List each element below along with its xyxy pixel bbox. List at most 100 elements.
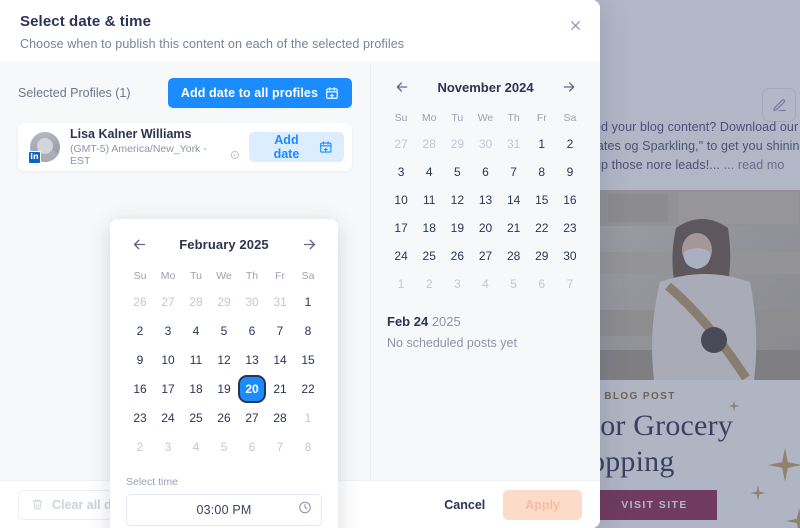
calendar-day[interactable]: 1: [387, 272, 415, 296]
calendar-day[interactable]: 5: [500, 272, 528, 296]
add-date-button[interactable]: Add date: [249, 132, 344, 162]
promo-visit-site-button[interactable]: VISIT SITE: [600, 490, 717, 520]
calendar-day[interactable]: 8: [294, 318, 322, 344]
calendar-day[interactable]: 3: [443, 272, 471, 296]
calendar-day[interactable]: 3: [387, 160, 415, 184]
calendar-day[interactable]: 17: [154, 376, 182, 402]
calendar-day[interactable]: 21: [500, 216, 528, 240]
calendar-day[interactable]: 15: [528, 188, 556, 212]
calendar-day[interactable]: 25: [415, 244, 443, 268]
calendar-day[interactable]: 2: [556, 132, 584, 156]
calendar-day[interactable]: 4: [182, 434, 210, 460]
calendar-day[interactable]: 19: [443, 216, 471, 240]
calendar-day[interactable]: 6: [238, 318, 266, 344]
calendar-day[interactable]: 2: [126, 434, 154, 460]
calendar-day[interactable]: 22: [528, 216, 556, 240]
calendar-day[interactable]: 24: [387, 244, 415, 268]
calendar-day[interactable]: 6: [238, 434, 266, 460]
calendar-day[interactable]: 25: [182, 405, 210, 431]
calendar-day[interactable]: 9: [126, 347, 154, 373]
calendar-day[interactable]: 3: [154, 318, 182, 344]
calendar-day[interactable]: 11: [415, 188, 443, 212]
calendar-day[interactable]: 1: [294, 405, 322, 431]
info-icon[interactable]: [230, 150, 240, 160]
calendar-day[interactable]: 27: [238, 405, 266, 431]
calendar-day[interactable]: 28: [415, 132, 443, 156]
calendar-day[interactable]: 2: [415, 272, 443, 296]
apply-button[interactable]: Apply: [503, 489, 582, 520]
add-date-to-all-profiles-button[interactable]: Add date to all profiles: [167, 78, 352, 108]
calendar-day-selected[interactable]: 20: [238, 376, 266, 402]
cancel-button[interactable]: Cancel: [444, 498, 485, 512]
calendar-day[interactable]: 18: [182, 376, 210, 402]
calendar-day[interactable]: 18: [415, 216, 443, 240]
close-button[interactable]: [564, 14, 586, 36]
calendar-day[interactable]: 31: [266, 289, 294, 315]
calendar-day[interactable]: 14: [500, 188, 528, 212]
calendar-day[interactable]: 17: [387, 216, 415, 240]
calendar-day[interactable]: 10: [387, 188, 415, 212]
calendar-day[interactable]: 29: [443, 132, 471, 156]
calendar-day[interactable]: 14: [266, 347, 294, 373]
calendar-day[interactable]: 30: [238, 289, 266, 315]
calendar-day[interactable]: 23: [126, 405, 154, 431]
day-of-week-header: Su: [394, 112, 408, 124]
calendar-day[interactable]: 8: [528, 160, 556, 184]
calendar-day[interactable]: 4: [182, 318, 210, 344]
calendar-day[interactable]: 30: [556, 244, 584, 268]
calendar-day[interactable]: 29: [528, 244, 556, 268]
calendar-day[interactable]: 26: [126, 289, 154, 315]
calendar-day[interactable]: 1: [294, 289, 322, 315]
read-more-link[interactable]: ... read mo: [724, 158, 785, 172]
calendar-day[interactable]: 7: [266, 434, 294, 460]
calendar-day[interactable]: 8: [294, 434, 322, 460]
calendar-day[interactable]: 13: [238, 347, 266, 373]
calendar-day[interactable]: 28: [182, 289, 210, 315]
calendar-day[interactable]: 19: [210, 376, 238, 402]
calendar-day[interactable]: 16: [126, 376, 154, 402]
preview-next-month-button[interactable]: [560, 78, 578, 96]
calendar-day[interactable]: 20: [471, 216, 499, 240]
calendar-day[interactable]: 27: [387, 132, 415, 156]
calendar-day[interactable]: 7: [556, 272, 584, 296]
calendar-day[interactable]: 5: [210, 318, 238, 344]
calendar-day[interactable]: 6: [528, 272, 556, 296]
calendar-day[interactable]: 27: [154, 289, 182, 315]
calendar-day[interactable]: 7: [500, 160, 528, 184]
calendar-day[interactable]: 11: [182, 347, 210, 373]
calendar-day[interactable]: 5: [443, 160, 471, 184]
preview-prev-month-button[interactable]: [393, 78, 411, 96]
calendar-day[interactable]: 4: [471, 272, 499, 296]
calendar-day[interactable]: 13: [471, 188, 499, 212]
calendar-day[interactable]: 29: [210, 289, 238, 315]
calendar-day[interactable]: 27: [471, 244, 499, 268]
picker-prev-month-button[interactable]: [130, 235, 148, 253]
calendar-day[interactable]: 6: [471, 160, 499, 184]
profile-timezone: (GMT-5) America/New_York - EST: [70, 143, 239, 167]
calendar-day[interactable]: 28: [500, 244, 528, 268]
edit-post-button[interactable]: [762, 88, 796, 122]
calendar-day[interactable]: 5: [210, 434, 238, 460]
calendar-day[interactable]: 16: [556, 188, 584, 212]
calendar-day[interactable]: 30: [471, 132, 499, 156]
calendar-day[interactable]: 21: [266, 376, 294, 402]
calendar-day[interactable]: 26: [443, 244, 471, 268]
calendar-day[interactable]: 3: [154, 434, 182, 460]
calendar-day[interactable]: 7: [266, 318, 294, 344]
calendar-day[interactable]: 9: [556, 160, 584, 184]
picker-next-month-button[interactable]: [300, 235, 318, 253]
calendar-day[interactable]: 12: [210, 347, 238, 373]
calendar-day[interactable]: 1: [528, 132, 556, 156]
calendar-day[interactable]: 4: [415, 160, 443, 184]
calendar-day[interactable]: 23: [556, 216, 584, 240]
calendar-day[interactable]: 15: [294, 347, 322, 373]
calendar-day[interactable]: 12: [443, 188, 471, 212]
calendar-day[interactable]: 31: [500, 132, 528, 156]
calendar-day[interactable]: 2: [126, 318, 154, 344]
calendar-day[interactable]: 10: [154, 347, 182, 373]
calendar-day[interactable]: 24: [154, 405, 182, 431]
calendar-day[interactable]: 28: [266, 405, 294, 431]
calendar-day[interactable]: 26: [210, 405, 238, 431]
time-input[interactable]: 03:00 PM: [126, 494, 322, 526]
calendar-day[interactable]: 22: [294, 376, 322, 402]
